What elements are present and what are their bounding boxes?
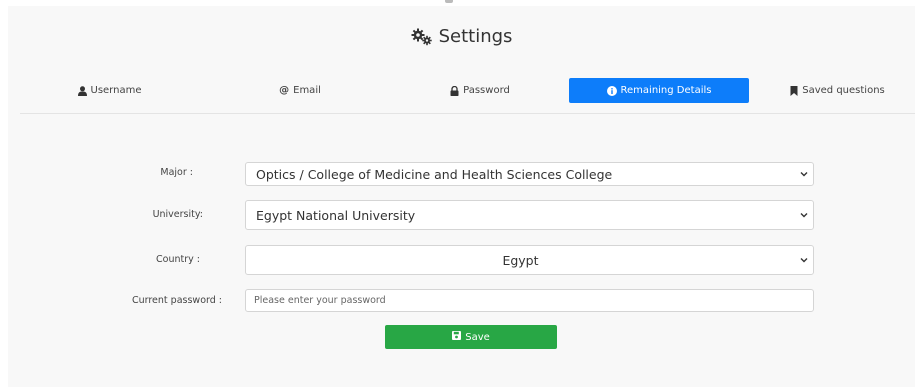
- chevron-down-icon: [795, 212, 813, 218]
- save-button[interactable]: Save: [385, 325, 557, 349]
- at-icon: @: [279, 85, 290, 96]
- tab-label: Email: [293, 85, 321, 96]
- country-label: Country :: [156, 254, 200, 265]
- major-select[interactable]: Optics / College of Medicine and Health …: [245, 162, 814, 186]
- gears-icon: [411, 28, 433, 46]
- tab-label: Remaining Details: [620, 85, 712, 96]
- page-title: Settings: [8, 26, 915, 47]
- tab-label: Username: [90, 85, 142, 96]
- tab-remaining-details[interactable]: Remaining Details: [569, 78, 749, 103]
- current-password-input[interactable]: [245, 289, 814, 312]
- major-label: Major :: [160, 167, 193, 178]
- tab-username[interactable]: Username: [32, 78, 187, 103]
- chevron-down-icon: [795, 257, 813, 263]
- country-select[interactable]: Egypt: [245, 245, 814, 275]
- tab-email[interactable]: @ Email: [210, 78, 390, 103]
- save-button-label: Save: [465, 331, 490, 343]
- settings-tabs: Username @ Email Password Remaining Deta…: [20, 78, 915, 114]
- university-select[interactable]: Egypt National University: [245, 200, 814, 230]
- university-select-value: Egypt National University: [256, 207, 416, 223]
- tab-saved-questions[interactable]: Saved questions: [760, 78, 915, 103]
- tab-password[interactable]: Password: [390, 78, 570, 103]
- major-select-value: Optics / College of Medicine and Health …: [256, 166, 613, 182]
- bookmark-icon: [790, 85, 798, 96]
- country-select-value: Egypt: [502, 252, 539, 268]
- chevron-down-icon: [795, 171, 813, 177]
- user-icon: [77, 85, 87, 96]
- tab-label: Saved questions: [802, 85, 885, 96]
- tab-label: Password: [463, 85, 510, 96]
- settings-panel: Settings Username @ Email Password Remai…: [8, 6, 915, 387]
- page-title-text: Settings: [438, 26, 513, 47]
- current-password-label: Current password :: [131, 295, 222, 306]
- info-icon: [606, 85, 617, 96]
- lock-icon: [450, 85, 459, 96]
- floppy-disk-icon: [452, 331, 462, 343]
- top-scroll-indicator: [445, 0, 453, 3]
- university-label: University:: [152, 209, 203, 220]
